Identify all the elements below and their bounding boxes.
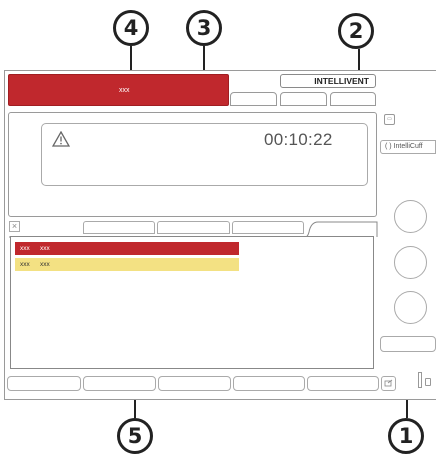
warning-triangle-icon: [52, 131, 70, 147]
sidebar-button[interactable]: [380, 336, 436, 352]
callout-3: 3: [186, 10, 222, 46]
active-tab-outline: [9, 221, 378, 238]
alarm-row-medium[interactable]: xxx xxx: [15, 258, 239, 271]
alarm-log-panel: [10, 236, 374, 369]
callout-1: 1: [388, 418, 424, 454]
top-tab-2[interactable]: [280, 92, 327, 106]
alarm-row-high[interactable]: xxx xxx: [15, 242, 239, 255]
settings-square-icon[interactable]: ▭: [384, 114, 395, 125]
alarm-timer: 00:10:22: [264, 130, 333, 149]
callout-5: 5: [117, 418, 153, 454]
power-icon: [425, 378, 431, 386]
active-alarm-text: xxx: [119, 87, 130, 94]
bottom-button-2[interactable]: [83, 376, 156, 391]
bottom-button-4[interactable]: [233, 376, 305, 391]
mode-label: INTELLIVENT: [280, 74, 376, 88]
round-key-2[interactable]: [394, 246, 427, 279]
bottom-button-5[interactable]: [307, 376, 379, 391]
round-key-1[interactable]: [394, 200, 427, 233]
bottom-button-3[interactable]: [158, 376, 231, 391]
active-alarm-bar[interactable]: xxx: [8, 74, 229, 106]
battery-icon: [418, 372, 422, 388]
tilted-square-icon: [384, 379, 393, 387]
top-tab-1[interactable]: [230, 92, 277, 106]
bottom-button-1[interactable]: [7, 376, 81, 391]
intellicuff-button[interactable]: ( ) IntelliCuff: [380, 140, 436, 154]
top-tab-3[interactable]: [330, 92, 376, 106]
round-key-3[interactable]: [394, 291, 427, 324]
callout-4: 4: [113, 10, 149, 46]
callout-2: 2: [338, 13, 374, 49]
